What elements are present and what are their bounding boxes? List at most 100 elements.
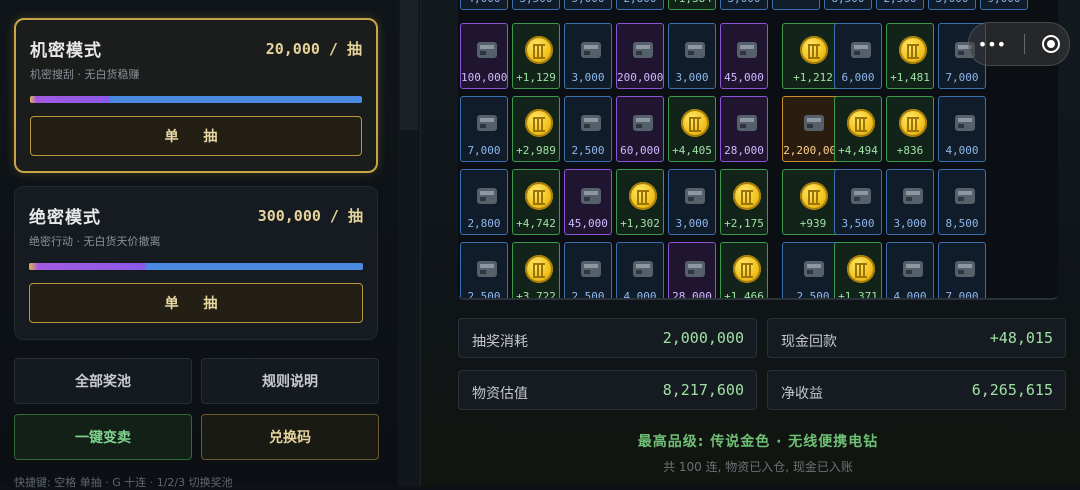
- gold-coin-icon: [733, 255, 761, 283]
- one-click-sell-button[interactable]: 一键变卖: [14, 414, 192, 460]
- result-cell[interactable]: 3,000: [886, 169, 934, 235]
- stat-value: 6,265,615: [971, 381, 1053, 399]
- cell-value: 45,000: [724, 71, 764, 84]
- result-cell[interactable]: +4,742: [512, 169, 560, 235]
- loot-item-icon: [955, 115, 975, 131]
- cell-value: 200,000: [617, 71, 664, 84]
- result-cell[interactable]: 9,000: [980, 0, 1028, 10]
- left-scrollbar[interactable]: [398, 0, 421, 486]
- result-cell[interactable]: 2,500: [876, 0, 924, 10]
- result-cell[interactable]: 4,000: [938, 96, 986, 162]
- cell-value: 4,000: [945, 144, 979, 157]
- result-cell[interactable]: 2,500: [564, 96, 612, 162]
- loot-item-icon: [955, 261, 975, 277]
- result-cell[interactable]: +1,302: [616, 169, 664, 235]
- stat-item-value: 物资估值 8,217,600: [458, 370, 757, 410]
- single-draw-button[interactable]: 单 抽: [29, 283, 363, 323]
- result-cell[interactable]: +3,722: [512, 242, 560, 298]
- mini-program-capsule[interactable]: •••: [968, 22, 1070, 66]
- cell-value: 4,000: [461, 0, 507, 5]
- result-cell[interactable]: 3,000: [928, 0, 976, 10]
- result-cell[interactable]: +1,129: [512, 23, 560, 89]
- result-cell[interactable]: 2,500: [460, 242, 508, 298]
- all-pools-button[interactable]: 全部奖池: [14, 358, 192, 404]
- result-cell[interactable]: 4,000: [886, 242, 934, 298]
- rules-button[interactable]: 规则说明: [201, 358, 379, 404]
- cell-value: 2,500: [571, 144, 605, 157]
- result-cell[interactable]: 3,500: [512, 0, 560, 10]
- result-cell[interactable]: +1,481: [886, 23, 934, 89]
- single-draw-button[interactable]: 单 抽: [30, 116, 362, 156]
- result-cell[interactable]: 2,800: [460, 169, 508, 235]
- mode-price: 20,000 / 抽: [265, 40, 362, 58]
- result-cell[interactable]: 28,000: [668, 242, 716, 298]
- result-cell[interactable]: +4,494: [834, 96, 882, 162]
- result-cell[interactable]: +4,405: [668, 96, 716, 162]
- loot-item-icon: [477, 42, 497, 58]
- mode-progress-fill: [29, 263, 146, 270]
- result-cell[interactable]: 6,000: [834, 23, 882, 89]
- stat-label: 抽奖消耗: [472, 334, 528, 350]
- result-cell[interactable]: 45,000: [564, 169, 612, 235]
- cell-value: 3,500: [841, 217, 875, 230]
- cell-value: 60,000: [620, 144, 660, 157]
- mode-subtitle: 机密搜刮 · 无白货稳赚: [30, 68, 140, 81]
- result-cell[interactable]: 60,000: [616, 96, 664, 162]
- result-cell[interactable]: 4,000: [616, 242, 664, 300]
- gold-coin-icon: [800, 182, 828, 210]
- result-cell[interactable]: 7,000: [938, 242, 986, 298]
- result-cell[interactable]: +1,466: [720, 242, 768, 298]
- scrollbar-thumb[interactable]: [400, 0, 418, 130]
- loot-item-icon: [851, 42, 871, 58]
- gold-coin-icon: [899, 109, 927, 137]
- cell-value: +1,481: [890, 71, 930, 84]
- more-icon[interactable]: •••: [978, 35, 1006, 54]
- cell-value: 2,800: [617, 0, 663, 5]
- gold-coin-icon: [847, 109, 875, 137]
- loot-item-icon: [903, 261, 923, 277]
- result-cell[interactable]: +2,989: [512, 96, 560, 162]
- result-cell[interactable]: 3,500: [834, 169, 882, 235]
- mode-card-secret[interactable]: 机密模式 20,000 / 抽 机密搜刮 · 无白货稳赚 单 抽: [14, 18, 378, 173]
- cell-value: 8,500: [825, 0, 871, 5]
- result-cell[interactable]: +1,384: [668, 0, 716, 10]
- gold-coin-icon: [525, 182, 553, 210]
- loot-item-icon: [804, 115, 824, 131]
- result-cell[interactable]: 3,000: [668, 23, 716, 89]
- result-cell[interactable]: 5,000: [564, 0, 612, 10]
- result-cell[interactable]: 2,800: [616, 0, 664, 10]
- cell-value: 4,000: [623, 290, 657, 300]
- stat-net-profit: 净收益 6,265,615: [767, 370, 1066, 410]
- result-cell[interactable]: 200,000: [616, 23, 664, 89]
- gold-coin-icon: [525, 109, 553, 137]
- result-cell[interactable]: 8,500: [938, 169, 986, 235]
- cell-value: +4,742: [516, 217, 556, 230]
- stat-label: 净收益: [781, 386, 823, 402]
- result-cell[interactable]: 3,000: [668, 169, 716, 235]
- result-cell[interactable]: 2,500: [564, 242, 612, 298]
- result-cell[interactable]: [772, 0, 820, 10]
- result-cell[interactable]: 45,000: [720, 23, 768, 89]
- cell-value: 3,000: [929, 0, 975, 5]
- result-cell[interactable]: +2,175: [720, 169, 768, 235]
- stat-value: 2,000,000: [662, 329, 744, 347]
- gold-coin-icon: [899, 36, 927, 64]
- result-cell[interactable]: 28,000: [720, 96, 768, 162]
- cell-value: +4,405: [672, 144, 712, 157]
- loot-item-icon: [633, 115, 653, 131]
- result-cell[interactable]: 8,500: [824, 0, 872, 10]
- result-cell[interactable]: 3,000: [564, 23, 612, 89]
- cell-value: +1,129: [516, 71, 556, 84]
- result-cell[interactable]: +1,371: [834, 242, 882, 298]
- result-cell[interactable]: 3,000: [720, 0, 768, 10]
- redeem-code-button[interactable]: 兑换码: [201, 414, 379, 460]
- result-cell[interactable]: +836: [886, 96, 934, 162]
- result-cell[interactable]: 7,000: [460, 96, 508, 162]
- mode-card-top-secret[interactable]: 绝密模式 300,000 / 抽 绝密行动 · 无白货天价撤离 单 抽: [14, 186, 378, 340]
- close-circle-icon[interactable]: [1042, 35, 1061, 53]
- cell-value: 7,000: [945, 71, 979, 84]
- loot-item-icon: [955, 188, 975, 204]
- result-cell[interactable]: 100,000: [460, 23, 508, 89]
- gold-coin-icon: [847, 255, 875, 283]
- result-cell[interactable]: 4,000: [460, 0, 508, 10]
